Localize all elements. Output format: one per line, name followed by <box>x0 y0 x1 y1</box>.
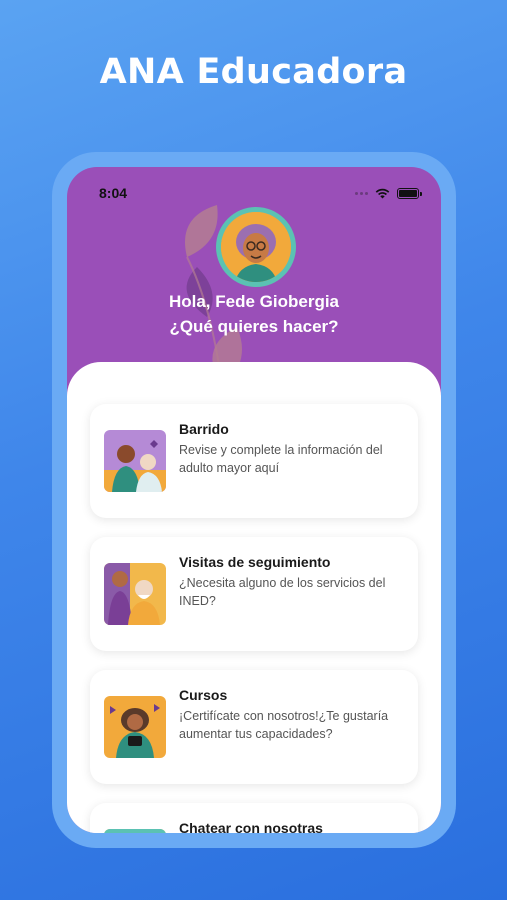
battery-icon <box>397 187 422 199</box>
card-visitas-seguimiento[interactable]: Visitas de seguimiento ¿Necesita alguno … <box>90 537 418 651</box>
card-cursos[interactable]: Cursos ¡Certifícate con nosotros!¿Te gus… <box>90 670 418 784</box>
status-time: 8:04 <box>99 185 128 201</box>
wifi-icon <box>375 188 390 198</box>
user-avatar-icon <box>221 212 291 282</box>
greeting: Hola, Fede Giobergia ¿Qué quieres hacer? <box>67 289 441 339</box>
card-title: Barrido <box>179 421 229 437</box>
greeting-question: ¿Qué quieres hacer? <box>169 317 339 336</box>
avatar[interactable] <box>216 207 296 287</box>
card-description: ¡Certifícate con nosotros!¿Te gustaría a… <box>179 709 389 741</box>
card-description: ¿Necesita alguno de los servicios del IN… <box>179 576 386 608</box>
status-bar: 8:04 <box>67 167 441 211</box>
phone-frame: 8:04 Hola, Fede Giobergia ¿Qué quieres h… <box>52 152 456 848</box>
card-title: Visitas de seguimiento <box>179 554 331 570</box>
app-screen: 8:04 Hola, Fede Giobergia ¿Qué quieres h… <box>67 167 441 833</box>
card-title: Cursos <box>179 687 228 703</box>
card-barrido[interactable]: Barrido Revise y complete la información… <box>90 404 418 518</box>
content-sheet: Barrido Revise y complete la información… <box>67 362 441 833</box>
status-icons <box>355 187 422 199</box>
promo-title: ANA Educadora <box>99 52 408 92</box>
card-description: Revise y complete la información del adu… <box>179 443 383 475</box>
visitas-illustration-icon <box>104 563 166 625</box>
barrido-illustration-icon <box>104 430 166 492</box>
chat-illustration-icon <box>104 829 166 833</box>
greeting-name: Hola, Fede Giobergia <box>168 292 340 311</box>
card-chatear[interactable]: Chatear con nosotras <box>90 803 418 833</box>
card-title: Chatear con nosotras <box>179 820 323 833</box>
cursos-illustration-icon <box>104 696 166 758</box>
signal-icon <box>355 191 368 195</box>
